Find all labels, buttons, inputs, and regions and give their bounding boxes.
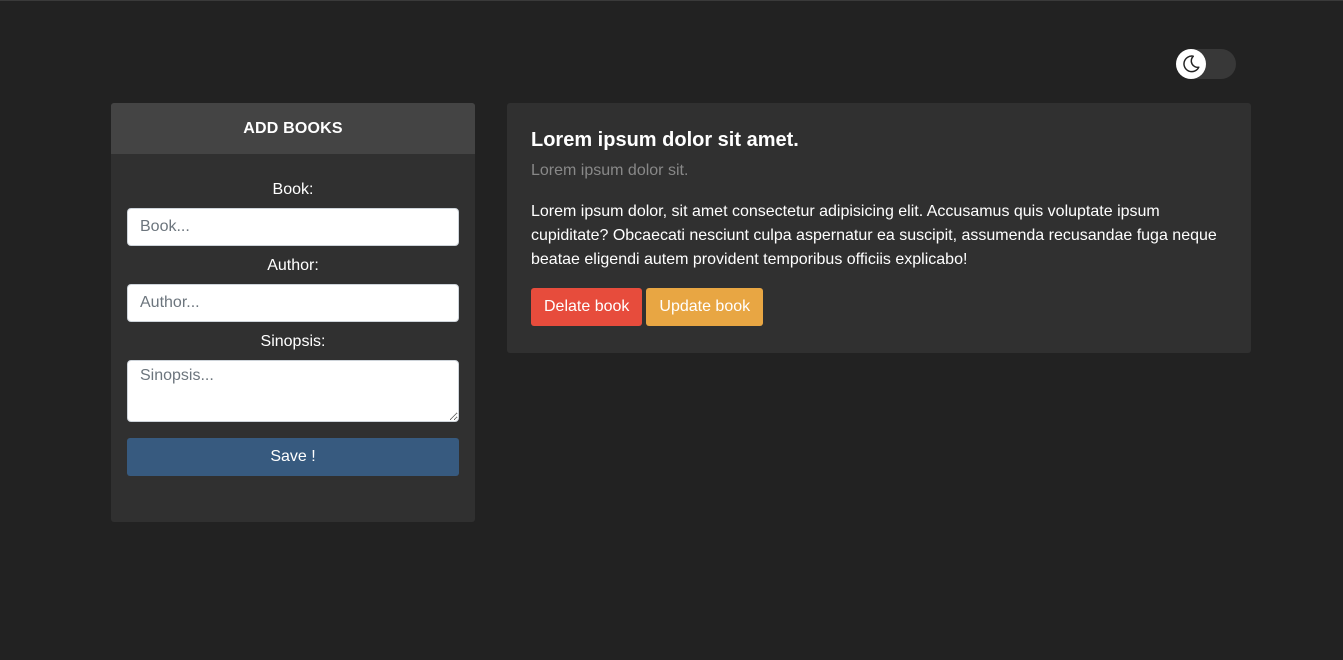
book-input[interactable]	[127, 208, 459, 246]
add-books-panel: ADD BOOKS Book: Author: Sinopsis: Save !	[111, 103, 475, 522]
book-label: Book:	[272, 181, 314, 198]
add-books-header: ADD BOOKS	[111, 103, 475, 154]
theme-toggle[interactable]	[1176, 49, 1236, 79]
book-actions: Delate book Update book	[531, 288, 1227, 326]
book-card: Lorem ipsum dolor sit amet. Lorem ipsum …	[507, 103, 1251, 353]
book-title: Lorem ipsum dolor sit amet.	[531, 129, 799, 151]
delete-book-button[interactable]: Delate book	[531, 288, 643, 326]
book-sinopsis: Lorem ipsum dolor, sit amet consectetur …	[531, 203, 1217, 268]
sinopsis-label: Sinopsis:	[260, 333, 326, 350]
book-author: Lorem ipsum dolor sit.	[531, 162, 689, 179]
save-button[interactable]: Save !	[127, 438, 459, 476]
author-label: Author:	[267, 257, 319, 274]
moon-icon	[1180, 53, 1202, 75]
sinopsis-textarea[interactable]	[127, 360, 459, 422]
author-input[interactable]	[127, 284, 459, 322]
top-border	[0, 0, 1343, 1]
update-book-button[interactable]: Update book	[646, 288, 764, 326]
add-book-form: Book: Author: Sinopsis: Save !	[111, 154, 475, 476]
toggle-knob[interactable]	[1176, 49, 1206, 79]
